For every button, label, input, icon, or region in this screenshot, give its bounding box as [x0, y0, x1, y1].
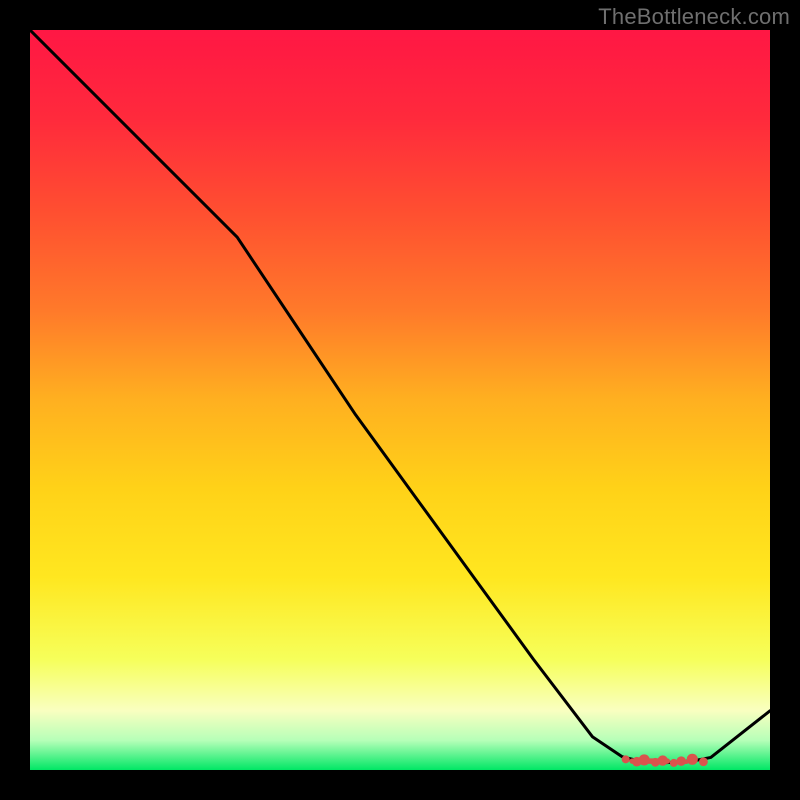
- optimal-link: [629, 758, 670, 763]
- chart-frame: TheBottleneck.com: [0, 0, 800, 800]
- watermark-text: TheBottleneck.com: [598, 4, 790, 30]
- chart-svg: [30, 30, 770, 770]
- plot-area: [30, 30, 770, 770]
- optimal-dot: [687, 754, 698, 765]
- optimal-dot: [622, 755, 630, 763]
- optimal-link: [678, 760, 689, 764]
- optimal-dot: [699, 757, 708, 766]
